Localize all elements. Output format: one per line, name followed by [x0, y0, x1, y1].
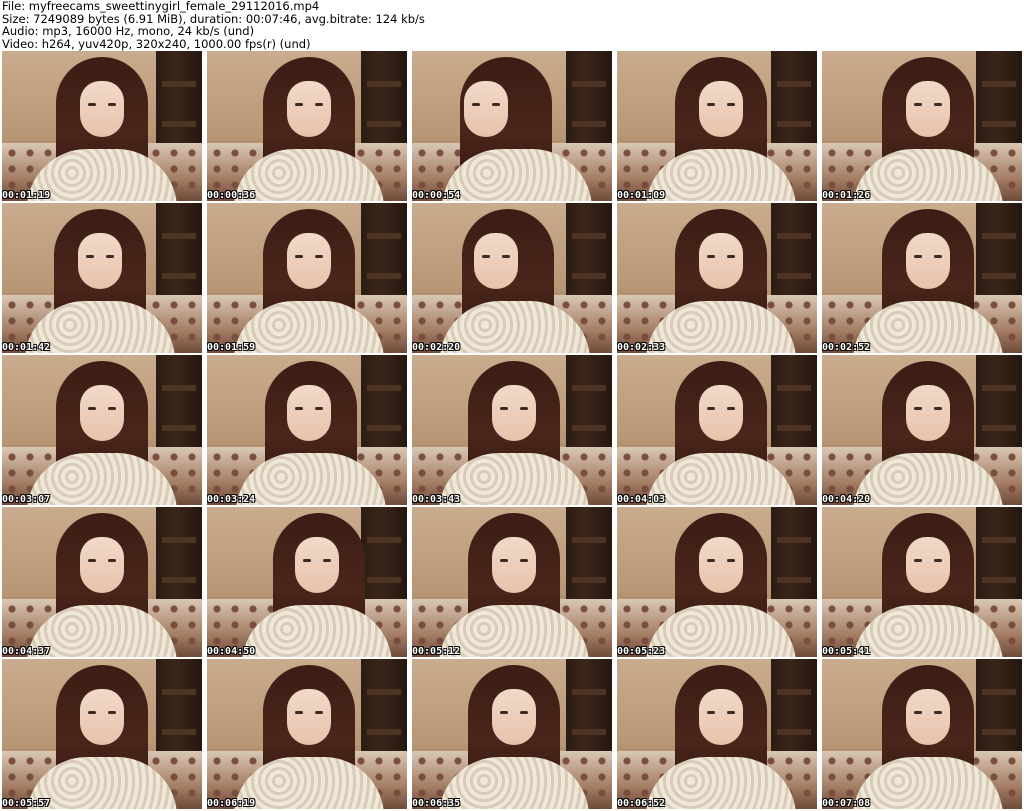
frame-image — [412, 355, 612, 505]
timestamp-label: 00:07:08 — [822, 798, 871, 809]
frame-image — [617, 51, 817, 201]
frame-image — [207, 507, 407, 657]
frame-image — [822, 659, 1022, 809]
frame-image — [2, 659, 202, 809]
frame-image — [207, 355, 407, 505]
video-thumbnail: 00:00:54 — [412, 51, 612, 201]
frame-image — [2, 507, 202, 657]
video-thumbnail: 00:02:20 — [412, 203, 612, 353]
timestamp-label: 00:05:12 — [412, 646, 461, 657]
frame-image — [617, 659, 817, 809]
video-thumbnail: 00:03:07 — [2, 355, 202, 505]
timestamp-label: 00:01:09 — [617, 190, 666, 201]
video-thumbnail: 00:06:35 — [412, 659, 612, 809]
video-thumbnail: 00:00:36 — [207, 51, 407, 201]
frame-image — [2, 51, 202, 201]
timestamp-label: 00:02:33 — [617, 342, 666, 353]
timestamp-label: 00:02:52 — [822, 342, 871, 353]
video-thumbnail: 00:03:24 — [207, 355, 407, 505]
timestamp-label: 00:05:57 — [2, 798, 51, 809]
frame-image — [207, 51, 407, 201]
frame-image — [822, 355, 1022, 505]
timestamp-label: 00:04:03 — [617, 494, 666, 505]
frame-image — [617, 507, 817, 657]
timestamp-label: 00:03:07 — [2, 494, 51, 505]
timestamp-label: 00:04:37 — [2, 646, 51, 657]
frame-image — [207, 659, 407, 809]
video-thumbnail: 00:02:52 — [822, 203, 1022, 353]
timestamp-label: 00:04:20 — [822, 494, 871, 505]
video-thumbnail: 00:02:33 — [617, 203, 817, 353]
file-info-header: File: myfreecams_sweettinygirl_female_29… — [2, 0, 1022, 50]
video-thumbnail: 00:05:57 — [2, 659, 202, 809]
timestamp-label: 00:04:50 — [207, 646, 256, 657]
video-thumbnail: 00:06:19 — [207, 659, 407, 809]
video-thumbnail: 00:03:43 — [412, 355, 612, 505]
video-thumbnail: 00:01:09 — [617, 51, 817, 201]
timestamp-label: 00:03:24 — [207, 494, 256, 505]
timestamp-label: 00:06:35 — [412, 798, 461, 809]
timestamp-label: 00:00:36 — [207, 190, 256, 201]
video-thumbnail: 00:01:19 — [2, 51, 202, 201]
timestamp-label: 00:01:26 — [822, 190, 871, 201]
video-thumbnail: 00:01:59 — [207, 203, 407, 353]
frame-image — [412, 507, 612, 657]
audio-info-line: Audio: mp3, 16000 Hz, mono, 24 kb/s (und… — [2, 24, 255, 38]
frame-image — [207, 203, 407, 353]
timestamp-label: 00:05:41 — [822, 646, 871, 657]
timestamp-label: 00:01:59 — [207, 342, 256, 353]
frame-image — [617, 355, 817, 505]
frame-image — [2, 355, 202, 505]
frame-image — [822, 507, 1022, 657]
video-thumbnail: 00:01:26 — [822, 51, 1022, 201]
frame-image — [412, 203, 612, 353]
video-thumbnail: 00:04:37 — [2, 507, 202, 657]
frame-image — [822, 203, 1022, 353]
timestamp-label: 00:01:19 — [2, 190, 51, 201]
video-thumbnail: 00:05:23 — [617, 507, 817, 657]
frame-image — [412, 659, 612, 809]
frame-image — [617, 203, 817, 353]
video-thumbnail: 00:07:08 — [822, 659, 1022, 809]
timestamp-label: 00:05:23 — [617, 646, 666, 657]
frame-image — [822, 51, 1022, 201]
timestamp-label: 00:06:19 — [207, 798, 256, 809]
video-thumbnail: 00:06:52 — [617, 659, 817, 809]
video-thumbnail: 00:04:03 — [617, 355, 817, 505]
video-info-line: Video: h264, yuv420p, 320x240, 1000.00 f… — [2, 36, 311, 51]
frame-image — [412, 51, 612, 201]
video-thumbnail: 00:04:20 — [822, 355, 1022, 505]
file-name-line: File: myfreecams_sweettinygirl_female_29… — [2, 0, 320, 13]
timestamp-label: 00:01:42 — [2, 342, 51, 353]
video-thumbnail: 00:01:42 — [2, 203, 202, 353]
frame-image — [2, 203, 202, 353]
video-thumbnail: 00:05:41 — [822, 507, 1022, 657]
video-thumbnail: 00:05:12 — [412, 507, 612, 657]
timestamp-label: 00:02:20 — [412, 342, 461, 353]
timestamp-label: 00:03:43 — [412, 494, 461, 505]
thumbnail-grid: 00:01:19 00:00:36 00:00:54 00:01:09 00:0… — [2, 51, 1022, 809]
video-thumbnail: 00:04:50 — [207, 507, 407, 657]
timestamp-label: 00:06:52 — [617, 798, 666, 809]
timestamp-label: 00:00:54 — [412, 190, 461, 201]
